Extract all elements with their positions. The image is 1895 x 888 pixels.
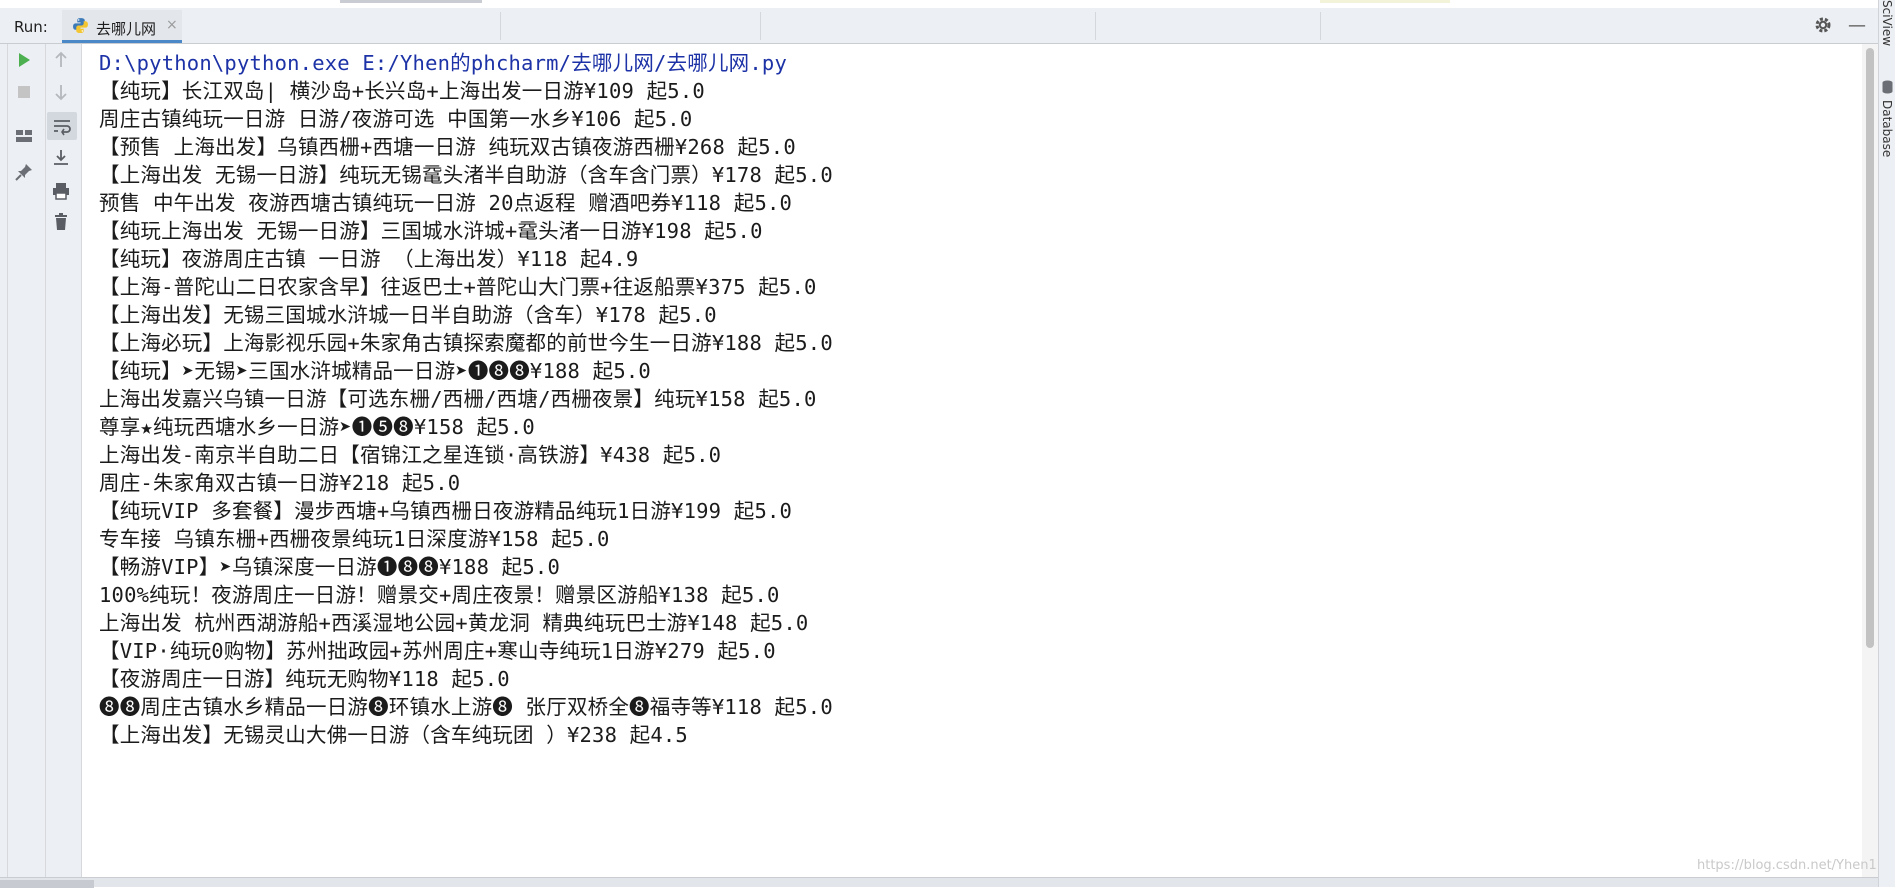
scroll-up-icon[interactable] — [51, 50, 71, 70]
run-tab-title: 去哪儿网 — [96, 20, 157, 38]
console-line: 【VIP·纯玩0购物】苏州拙政园+苏州周庄+寒山寺纯玩1日游¥279 起5.0 — [99, 639, 776, 663]
minimize-icon[interactable]: — — [1848, 15, 1866, 36]
console-line: 【纯玩】夜游周庄古镇 一日游 （上海出发）¥118 起4.9 — [99, 247, 639, 271]
console-line: 【纯玩VIP 多套餐】漫步西塘+乌镇西栅日夜游精品纯玩1日游¥199 起5.0 — [99, 499, 793, 523]
console-line: 【预售 上海出发】乌镇西栅+西塘一日游 纯玩双古镇夜游西栅¥268 起5.0 — [99, 135, 796, 159]
console-line: 尊享★纯玩西塘水乡一日游➤❶❺❽¥158 起5.0 — [99, 415, 535, 439]
console-output[interactable]: D:\python\python.exe E:/Yhen的phcharm/去哪儿… — [82, 44, 1862, 877]
toolbar-divider — [1320, 12, 1321, 40]
run-icon[interactable] — [14, 50, 34, 70]
top-strip — [0, 0, 1895, 8]
console-line: 上海出发 杭州西湖游船+西溪湿地公园+黄龙洞 精典纯玩巴士游¥148 起5.0 — [99, 611, 809, 635]
run-tab[interactable]: 去哪儿网 × — [62, 10, 182, 43]
console-line: 【畅游VIP】➤乌镇深度一日游❶❽❽¥188 起5.0 — [99, 555, 561, 579]
pin-icon[interactable] — [14, 162, 34, 182]
console-line: 【夜游周庄一日游】纯玩无购物¥118 起5.0 — [99, 667, 510, 691]
toolbar-divider — [1095, 12, 1096, 40]
scroll-down-icon[interactable] — [51, 82, 71, 102]
console-line: 【纯玩上海出发 无锡一日游】三国城水浒城+鼋头渚一日游¥198 起5.0 — [99, 219, 763, 243]
scrollbar-thumb[interactable] — [1866, 48, 1874, 648]
console-line: 【上海必玩】上海影视乐园+朱家角古镇探索魔都的前世今生一日游¥188 起5.0 — [99, 331, 833, 355]
python-icon — [73, 18, 88, 33]
sciview-tab[interactable]: SciView — [1880, 0, 1894, 46]
close-icon[interactable]: × — [166, 17, 178, 33]
console-line: 100%纯玩！夜游周庄一日游！赠景交+周庄夜景！赠景区游船¥138 起5.0 — [99, 583, 780, 607]
gear-icon[interactable] — [1813, 15, 1833, 35]
console-line: ❽❽周庄古镇水乡精品一日游❽环镇水上游❽ 张厅双桥全❽福寺等¥118 起5.0 — [99, 695, 833, 719]
console-line: 专车接 乌镇东栅+西栅夜景纯玩1日深度游¥158 起5.0 — [99, 527, 610, 551]
run-toolbar: Run: 去哪儿网 × — — [0, 8, 1878, 44]
console-line: 【上海-普陀山二日农家含早】往返巴士+普陀山大门票+往返船票¥375 起5.0 — [99, 275, 817, 299]
top-strip-marker-2 — [1320, 0, 1450, 3]
scroll-to-end-icon[interactable] — [51, 148, 71, 168]
print-icon[interactable] — [51, 181, 71, 201]
top-strip-marker — [340, 0, 482, 3]
soft-wrap-toggle[interactable] — [47, 112, 77, 140]
console-line: 预售 中午出发 夜游西塘古镇纯玩一日游 20点返程 赠酒吧券¥118 起5.0 — [99, 191, 793, 215]
console-line: 【纯玩】➤无锡➤三国水浒城精品一日游➤❶❽❽¥188 起5.0 — [99, 359, 651, 383]
trash-icon[interactable] — [51, 212, 71, 232]
console-line: 【上海出发】无锡三国城水浒城一日半自助游（含车）¥178 起5.0 — [99, 303, 717, 327]
run-label: Run: — [14, 18, 48, 36]
watermark: https://blog.csdn.net/Yhen1 — [1697, 858, 1877, 873]
database-tab[interactable]: Database — [1880, 100, 1894, 157]
console-scrollbar[interactable] — [1862, 44, 1878, 877]
console-line: 周庄-朱家角双古镇一日游¥218 起5.0 — [99, 471, 461, 495]
stop-icon[interactable] — [14, 82, 34, 102]
database-icon[interactable] — [1882, 80, 1893, 94]
console-line: 周庄古镇纯玩一日游 日游/夜游可选 中国第一水乡¥106 起5.0 — [99, 107, 693, 131]
toolbar-divider — [760, 12, 761, 40]
console-line: 【上海出发】无锡灵山大佛一日游（含车纯玩团 ）¥238 起4.5 — [99, 723, 688, 747]
toolbar-divider — [500, 12, 501, 40]
console-line: 上海出发嘉兴乌镇一日游【可选东栅/西栅/西塘/西栅夜景】纯玩¥158 起5.0 — [99, 387, 817, 411]
console-line: 【纯玩】长江双岛| 横沙岛+长兴岛+上海出发一日游¥109 起5.0 — [99, 79, 705, 103]
console-line: 上海出发-南京半自助二日【宿锦江之星连锁·高铁游】¥438 起5.0 — [99, 443, 722, 467]
layout-icon[interactable] — [14, 126, 34, 146]
console-command-line: D:\python\python.exe E:/Yhen的phcharm/去哪儿… — [99, 51, 787, 75]
run-tool-gutter — [0, 44, 82, 887]
console-line: 【上海出发 无锡一日游】纯玩无锡鼋头渚半自助游（含车含门票）¥178 起5.0 — [99, 163, 833, 187]
soft-wrap-icon — [54, 120, 71, 136]
bottom-tool-strip — [0, 877, 1878, 888]
gutter-divider — [45, 44, 46, 887]
gutter-edge — [7, 44, 8, 887]
right-tool-strip: SciView Database — [1878, 0, 1895, 887]
